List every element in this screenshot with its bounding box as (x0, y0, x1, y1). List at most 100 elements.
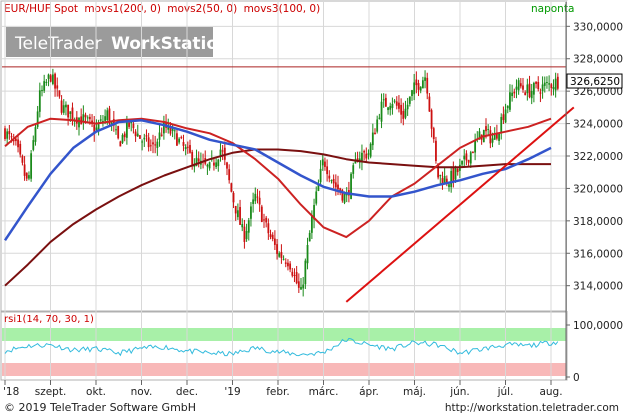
x-tick-label: aug. (539, 386, 562, 398)
candle-body (276, 244, 278, 254)
candle-body (506, 105, 509, 109)
instrument-name: EUR/HUF Spot (4, 3, 78, 15)
candle-body (206, 164, 209, 167)
candle-body (54, 73, 56, 89)
candle-body (49, 75, 52, 82)
candle-body (297, 281, 300, 288)
candle-body (293, 274, 296, 276)
candle-body (121, 135, 124, 143)
watermark-logo: TeleTrader WorkStation (6, 27, 230, 57)
candle-body (69, 111, 72, 114)
candle-body (330, 180, 333, 182)
chart-area[interactable]: TeleTrader WorkStation EUR/HUF Spot movs… (0, 0, 624, 417)
candle-body (271, 234, 274, 239)
candle-body (485, 126, 487, 132)
x-tick-label: júl. (497, 386, 514, 398)
last-price-label: 326,6250 (570, 76, 620, 88)
candle-body (215, 162, 218, 168)
candle-body (365, 153, 368, 159)
y-tick-label: 320,0000 (573, 183, 623, 195)
candle-body (489, 130, 492, 144)
candle-body (474, 140, 477, 153)
candle-body (86, 117, 89, 119)
candle-body (8, 131, 11, 135)
candle-body (502, 114, 505, 121)
candle-body (306, 244, 309, 264)
candle-body (554, 78, 557, 91)
x-tick-label: '18 (3, 386, 19, 398)
candle-body (28, 175, 30, 179)
candle-body (88, 116, 91, 120)
candle-body (384, 97, 387, 107)
candle-body (221, 150, 224, 152)
candle-body (419, 86, 422, 91)
candle-body (363, 151, 366, 153)
candle-body (465, 153, 468, 161)
candle-body (509, 92, 511, 110)
candle-body (78, 117, 80, 128)
candle-body (310, 215, 313, 233)
candle-body (143, 137, 146, 140)
candle-body (119, 141, 122, 147)
y-tick-label: 314,0000 (573, 281, 623, 293)
candle-body (504, 109, 507, 123)
candle-body (395, 101, 398, 106)
candle-body (467, 159, 470, 163)
candle-body (337, 184, 339, 190)
candle-body (95, 127, 98, 130)
candle-body (182, 142, 185, 146)
candle-body (25, 172, 28, 179)
candle-body (472, 151, 474, 154)
candle-body (548, 83, 551, 85)
candle-body (149, 145, 152, 147)
watermark-brand: TeleTrader (14, 34, 102, 54)
candle-body (428, 96, 431, 112)
candle-body (208, 162, 211, 169)
candle-body (302, 284, 305, 289)
candle-body (456, 168, 459, 173)
candle-body (389, 105, 392, 110)
candle-body (43, 81, 46, 91)
candle-body (287, 262, 289, 267)
candle-body (535, 81, 537, 84)
candle-body (406, 104, 409, 110)
x-tick-label: '19 (224, 386, 240, 398)
candle-body (67, 104, 70, 118)
candle-body (382, 99, 385, 101)
candle-body (537, 81, 540, 90)
candle-body (158, 132, 161, 140)
candle-body (236, 210, 239, 218)
candle-body (400, 104, 403, 115)
footer-url[interactable]: http://workstation.teletrader.com (445, 402, 619, 414)
candle-body (152, 142, 154, 145)
candle-body (247, 220, 250, 233)
candle-body (145, 135, 148, 137)
candle-body (374, 132, 376, 135)
candle-body (487, 129, 490, 131)
rsi-label: rsi1(14, 70, 30, 1) (4, 314, 94, 325)
candle-body (176, 133, 178, 146)
candle-body (541, 84, 544, 92)
candle-body (241, 224, 244, 228)
candle-body (30, 153, 33, 179)
candle-body (23, 164, 26, 176)
candle-body (404, 108, 407, 118)
candle-body (232, 192, 235, 203)
candle-body (267, 223, 270, 234)
candle-body (517, 80, 520, 91)
candle-body (432, 128, 435, 140)
candle-body (408, 96, 411, 104)
candle-body (443, 175, 446, 184)
candle-body (552, 87, 555, 90)
candle-body (180, 137, 183, 139)
candle-body (369, 143, 372, 157)
candle-body (361, 152, 363, 162)
x-tick-label: okt. (86, 386, 106, 398)
period-label[interactable]: naponta (531, 3, 574, 15)
x-tick-label: márc. (309, 386, 339, 398)
candle-body (104, 116, 107, 121)
candle-body (378, 117, 381, 119)
y-tick-label: 330,0000 (573, 21, 623, 33)
x-tick-label: nov. (131, 386, 153, 398)
candle-body (439, 174, 442, 177)
